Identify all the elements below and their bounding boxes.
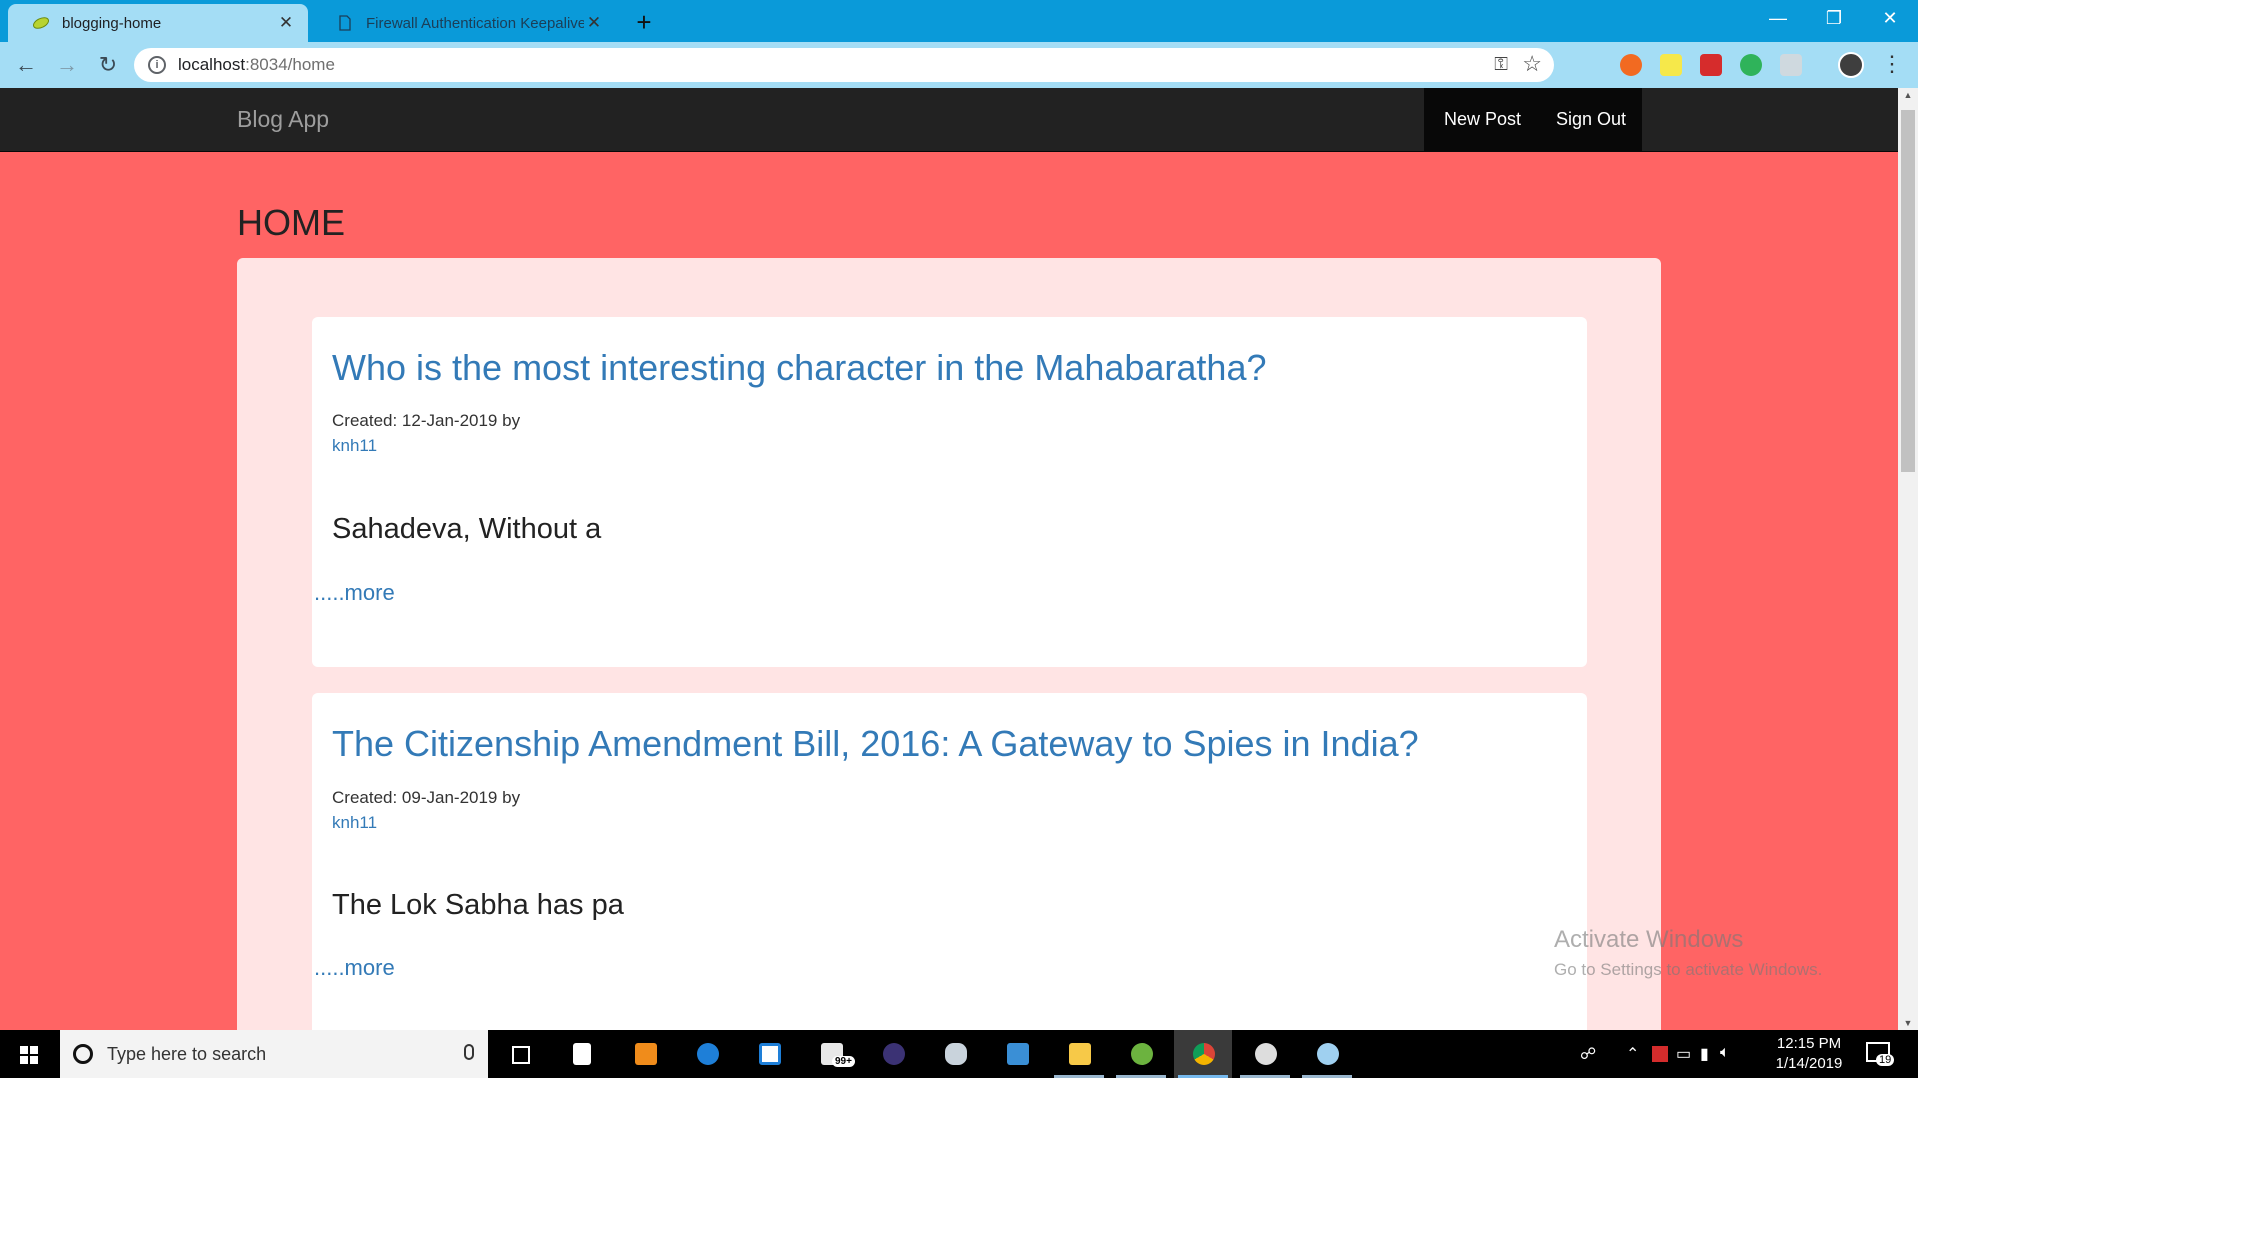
profile-avatar[interactable] <box>1838 52 1864 78</box>
app-navbar: Blog App New Post Sign Out <box>0 88 1898 152</box>
maximize-button[interactable]: ❐ <box>1806 0 1862 36</box>
show-hidden-icon[interactable]: ⌃ <box>1626 1044 1639 1064</box>
start-button[interactable] <box>0 1030 60 1078</box>
system-tray: ☍ ⌃ ▭ ▮ 🔈︎ 12:15 PM 1/14/2019 19 <box>1570 1030 1918 1078</box>
db-icon[interactable] <box>926 1030 984 1078</box>
url-path: :8034/home <box>245 55 335 74</box>
sign-out-link[interactable]: Sign Out <box>1556 109 1626 130</box>
activate-windows-watermark: Activate Windows Go to Settings to activ… <box>1554 926 1822 980</box>
microphone-icon[interactable] <box>464 1044 474 1060</box>
network-icon[interactable]: ▭ <box>1676 1044 1691 1064</box>
post-created: Created: 12-Jan-2019 by <box>332 411 521 430</box>
sublime-icon[interactable] <box>616 1030 674 1078</box>
mail-icon[interactable]: 99+ <box>802 1030 860 1078</box>
watermark-subtitle: Go to Settings to activate Windows. <box>1554 960 1823 979</box>
key-icon[interactable]: ⚿ <box>1494 54 1508 75</box>
post-title-link[interactable]: Who is the most interesting character in… <box>332 347 1267 389</box>
tab-firewall-auth[interactable]: Firewall Authentication Keepalive ✕ <box>312 4 616 42</box>
taskbar-clock[interactable]: 12:15 PM 1/14/2019 <box>1762 1034 1856 1074</box>
windows-taskbar: Type here to search 99+ ☍ ⌃ ▭ ▮ � <box>0 1030 1918 1078</box>
back-button[interactable]: ← <box>10 49 42 81</box>
info-icon[interactable]: i <box>148 56 166 74</box>
browser-toolbar: ← → ↻ i localhost:8034/home ⚿ ☆ ⋮ <box>0 42 1918 88</box>
edge-icon[interactable] <box>678 1030 736 1078</box>
scroll-up-icon[interactable]: ▲ <box>1898 90 1918 100</box>
taskbar-search[interactable]: Type here to search <box>60 1030 488 1078</box>
settings-icon[interactable] <box>1236 1030 1294 1078</box>
post-created: Created: 09-Jan-2019 by <box>332 788 521 807</box>
store-icon[interactable] <box>740 1030 798 1078</box>
extension-facebook-icon[interactable] <box>1780 54 1802 76</box>
leaf-favicon-icon <box>33 17 49 29</box>
page-viewport: Blog App New Post Sign Out HOME Who is t… <box>0 88 1898 1030</box>
reload-button[interactable]: ↻ <box>92 49 124 81</box>
extension-green-icon[interactable] <box>1740 54 1762 76</box>
antivirus-icon[interactable] <box>1652 1046 1668 1062</box>
windows-logo-icon <box>20 1046 38 1064</box>
battery-icon[interactable]: ▮ <box>1700 1044 1709 1064</box>
post-author-link[interactable]: knh11 <box>332 436 377 456</box>
brand-link[interactable]: Blog App <box>237 106 329 133</box>
mail-badge: 99+ <box>832 1056 855 1067</box>
spring-icon[interactable] <box>1112 1030 1170 1078</box>
tab-blogging-home[interactable]: blogging-home ✕ <box>8 4 308 42</box>
menu-dots-icon[interactable]: ⋮ <box>1880 50 1904 78</box>
file-icon[interactable] <box>554 1030 612 1078</box>
extension-orange-icon[interactable] <box>1620 54 1642 76</box>
notification-count: 19 <box>1876 1054 1895 1066</box>
url-host: localhost <box>178 55 246 74</box>
screen: blogging-home ✕ Firewall Authentication … <box>0 0 1918 1078</box>
clock-time: 12:15 PM <box>1776 1035 1842 1052</box>
volume-icon[interactable]: 🔈︎ <box>1720 1044 1730 1062</box>
page-scrollbar[interactable]: ▲ ▼ <box>1898 88 1918 1030</box>
scroll-thumb[interactable] <box>1901 110 1915 472</box>
task-view-icon[interactable] <box>490 1030 548 1078</box>
navbar-links: New Post Sign Out <box>1424 88 1642 151</box>
post-excerpt: Sahadeva, Without a <box>332 513 602 545</box>
read-more-link[interactable]: .....more <box>314 580 395 606</box>
clock-date: 1/14/2019 <box>1775 1055 1843 1072</box>
post-title-link[interactable]: The Citizenship Amendment Bill, 2016: A … <box>332 723 1419 765</box>
close-window-button[interactable]: ✕ <box>1862 0 1918 36</box>
post-card: The Citizenship Amendment Bill, 2016: A … <box>312 693 1587 1030</box>
post-author-link[interactable]: knh11 <box>332 813 377 833</box>
tab-close-icon[interactable]: ✕ <box>584 13 604 33</box>
extension-red-icon[interactable] <box>1700 54 1722 76</box>
cortana-icon <box>73 1044 93 1064</box>
read-more-link[interactable]: .....more <box>314 955 395 981</box>
minimize-button[interactable]: — <box>1750 0 1806 36</box>
extension-check-icon[interactable] <box>1660 54 1682 76</box>
explorer-icon[interactable] <box>1050 1030 1108 1078</box>
chrome-icon[interactable] <box>1174 1030 1232 1078</box>
search-placeholder: Type here to search <box>107 1043 267 1064</box>
posts-panel: Who is the most interesting character in… <box>237 258 1661 1030</box>
new-tab-button[interactable]: + <box>626 4 662 40</box>
address-bar[interactable]: i localhost:8034/home ⚿ ☆ <box>134 48 1554 82</box>
tab-title: Firewall Authentication Keepalive <box>366 14 584 32</box>
eclipse-icon[interactable] <box>864 1030 922 1078</box>
watermark-title: Activate Windows <box>1554 926 1744 953</box>
remote-icon[interactable] <box>988 1030 1046 1078</box>
people-icon[interactable]: ☍ <box>1580 1044 1596 1064</box>
tab-close-icon[interactable]: ✕ <box>276 13 296 33</box>
paint-icon[interactable] <box>1298 1030 1356 1078</box>
page-title: HOME <box>237 202 345 243</box>
scroll-down-icon[interactable]: ▼ <box>1898 1018 1918 1028</box>
star-icon[interactable]: ☆ <box>1522 51 1542 77</box>
post-excerpt: The Lok Sabha has pa <box>332 889 624 921</box>
browser-titlebar: blogging-home ✕ Firewall Authentication … <box>0 0 1918 42</box>
forward-button[interactable]: → <box>51 49 83 81</box>
new-post-link[interactable]: New Post <box>1444 109 1521 130</box>
post-card: Who is the most interesting character in… <box>312 317 1587 667</box>
tab-title: blogging-home <box>62 14 162 32</box>
page-favicon-icon <box>339 15 351 31</box>
